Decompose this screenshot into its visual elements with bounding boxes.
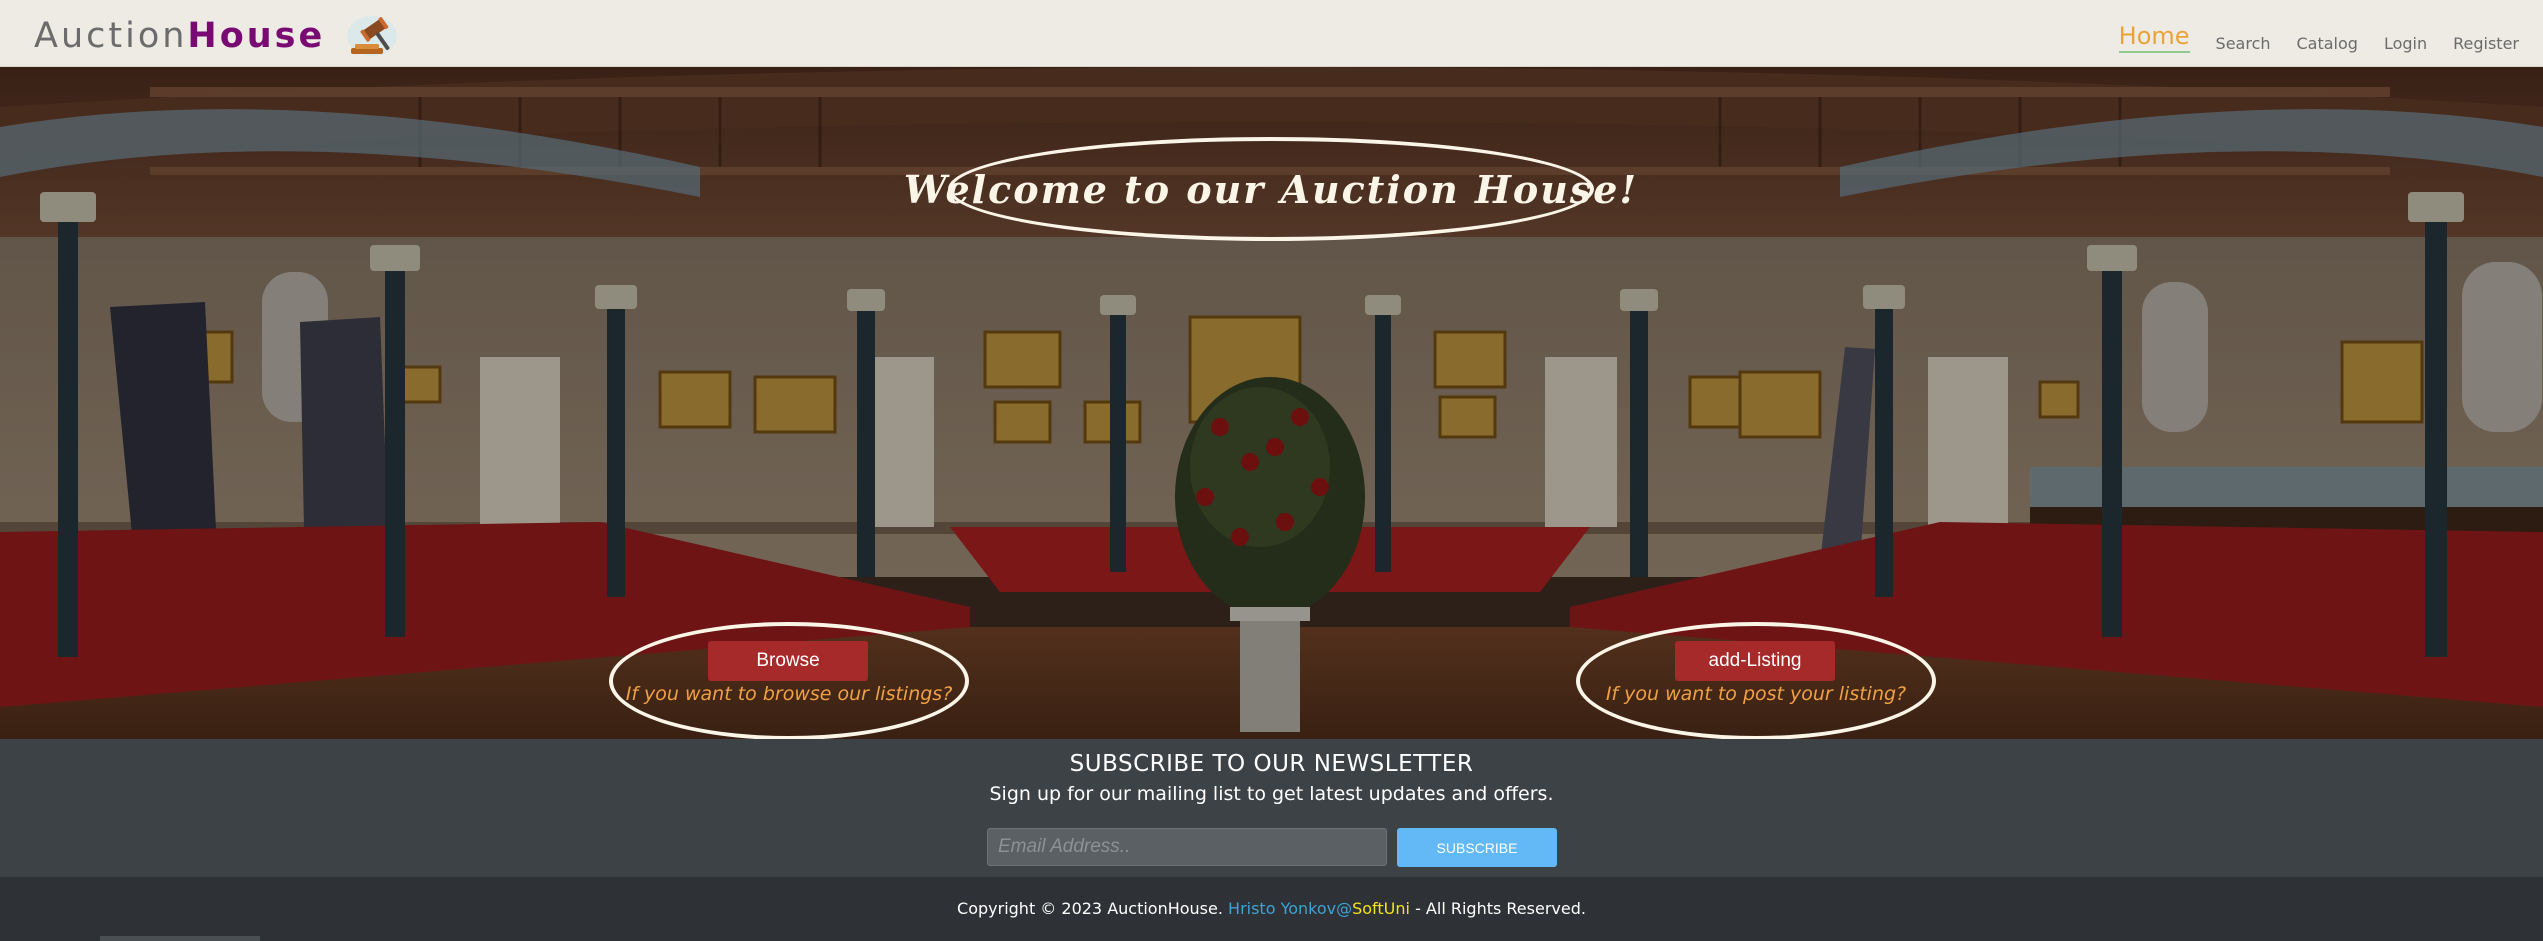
nav-search-link[interactable]: Search [2216,28,2271,53]
browse-note: If you want to browse our listings? [625,683,953,705]
main-nav: Home Search Catalog Login Register [2118,16,2519,53]
copyright-text: Copyright © 2023 AuctionHouse. Hristo Yo… [0,899,2543,918]
subscribe-button[interactable]: SUBSCRIBE [1397,828,1557,867]
logo-text-bold: House [187,16,326,56]
nav-home-link[interactable]: Home [2118,16,2190,53]
author-link[interactable]: Hristo Yonkov@ [1228,899,1352,918]
copyright-label: Copyright © 2023 AuctionHouse. [957,899,1229,918]
logo-text-light: Auction [34,16,188,56]
rights-label: - All Rights Reserved. [1409,899,1586,918]
gavel-icon [347,16,398,56]
newsletter-section: SUBSCRIBE TO OUR NEWSLETTER Sign up for … [0,739,2543,877]
site-header: Auction House Home Search Catalog Login … [0,0,2543,67]
welcome-banner: Welcome to our Auction House! [904,137,1636,241]
browse-button[interactable]: Browse [708,641,868,681]
newsletter-subtitle: Sign up for our mailing list to get late… [989,783,1554,805]
add-listing-button[interactable]: add-Listing [1675,641,1835,681]
nav-catalog-link[interactable]: Catalog [2297,28,2358,53]
nav-login-link[interactable]: Login [2384,28,2427,53]
welcome-heading: Welcome to our Auction House! [903,166,1639,212]
horizontal-scrollbar[interactable] [100,936,260,941]
site-footer: Copyright © 2023 AuctionHouse. Hristo Yo… [0,877,2543,941]
org-link[interactable]: SoftUni [1352,899,1410,918]
hero-section: Welcome to our Auction House! Browse If … [0,67,2543,739]
nav-register-link[interactable]: Register [2453,28,2519,53]
site-logo[interactable]: Auction House [34,14,399,58]
newsletter-title: SUBSCRIBE TO OUR NEWSLETTER [1069,751,1474,777]
email-input[interactable] [987,828,1387,866]
add-listing-note: If you want to post your listing? [1605,683,1907,705]
